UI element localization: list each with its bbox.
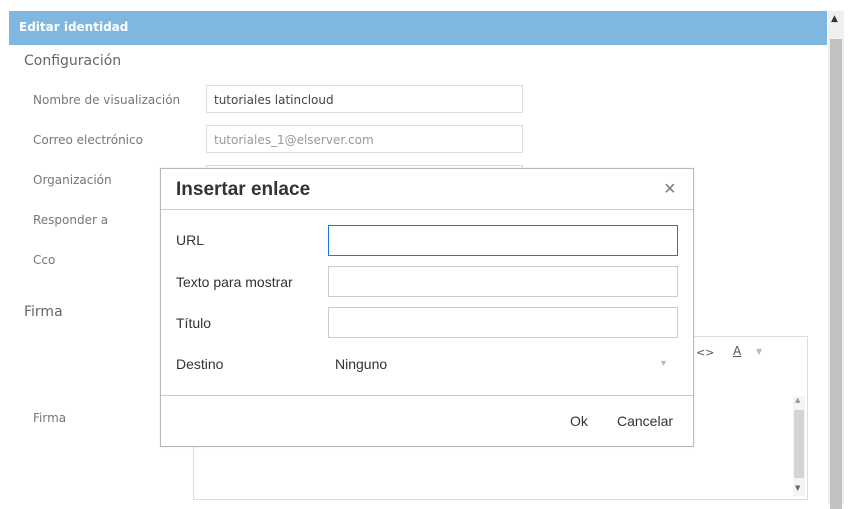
reply-to-label: Responder a — [33, 213, 109, 227]
section-configuracion: Configuración — [24, 53, 122, 69]
link-title-label: Título — [176, 315, 212, 331]
url-input[interactable] — [328, 225, 678, 256]
text-to-display-input[interactable] — [328, 266, 678, 297]
insert-link-dialog: Insertar enlace × URL Texto para mostrar… — [160, 168, 694, 447]
scroll-up-icon[interactable]: ▲ — [831, 14, 838, 24]
scroll-down-icon[interactable]: ▼ — [795, 484, 800, 492]
source-code-icon[interactable]: <> — [696, 346, 714, 359]
scrollbar-thumb[interactable] — [830, 39, 842, 509]
window-title: Editar identidad — [19, 20, 129, 34]
target-label: Destino — [176, 356, 224, 372]
dialog-divider — [161, 209, 693, 210]
scroll-up-icon[interactable]: ▲ — [795, 396, 800, 404]
bcc-label: Cco — [33, 253, 56, 267]
cancel-button[interactable]: Cancelar — [617, 413, 673, 429]
chevron-down-icon[interactable]: ▼ — [659, 358, 668, 368]
display-name-label: Nombre de visualización — [33, 93, 181, 107]
dialog-footer-divider — [161, 395, 693, 396]
chevron-down-icon[interactable]: ▼ — [756, 347, 762, 356]
target-value: Ninguno — [335, 356, 388, 372]
link-title-input[interactable] — [328, 307, 678, 338]
email-input[interactable]: tutoriales_1@elserver.com — [206, 125, 523, 153]
email-label: Correo electrónico — [33, 133, 143, 147]
organization-label: Organización — [33, 173, 112, 187]
display-name-input[interactable]: tutoriales latincloud — [206, 85, 523, 113]
url-label: URL — [176, 232, 205, 248]
editor-scrollbar[interactable]: ▲ ▼ — [793, 396, 805, 496]
signature-label: Firma — [33, 411, 67, 425]
close-icon[interactable]: × — [664, 178, 676, 201]
dialog-title: Insertar enlace — [176, 179, 311, 200]
page-scrollbar[interactable]: ▲ — [828, 11, 844, 509]
section-firma: Firma — [24, 304, 63, 320]
target-select[interactable]: Ninguno ▼ — [328, 348, 678, 379]
editor-scrollbar-thumb[interactable] — [794, 410, 804, 478]
text-color-icon[interactable]: A — [733, 344, 741, 358]
text-to-display-label: Texto para mostrar — [176, 274, 293, 290]
window-header: Editar identidad — [9, 11, 827, 45]
ok-button[interactable]: Ok — [570, 413, 588, 429]
